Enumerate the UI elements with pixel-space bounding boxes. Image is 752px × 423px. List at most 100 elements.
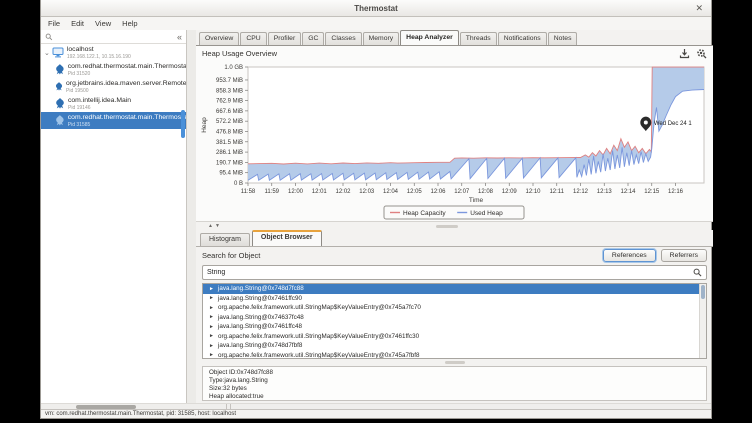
list-item[interactable]: ► org.apache.felix.framework.util.String… [203,351,706,360]
tab-profiler[interactable]: Profiler [268,32,302,45]
close-icon[interactable]: ✕ [695,3,703,13]
tab-histogram[interactable]: Histogram [200,233,250,246]
svg-text:12:14: 12:14 [620,189,636,195]
sidebar-item-vm-intellij[interactable]: com.intellij.idea.Main Pid 19146 [41,95,186,112]
svg-text:11:59: 11:59 [264,189,279,195]
splitter-arrows-icon[interactable]: ▲▼ [208,223,222,229]
expand-arrow-icon[interactable]: ► [209,352,214,358]
svg-text:0 B: 0 B [234,181,243,187]
list-item[interactable]: ► org.apache.felix.framework.util.String… [203,332,706,342]
svg-text:12:15: 12:15 [644,189,660,195]
sidebar-item-vm-maven[interactable]: org.jetbrains.idea.maven.server.RemoteMa… [41,78,186,95]
status-zone: vm: com.redhat.thermostat.main.Thermosta… [41,403,711,418]
title-bar[interactable]: Thermostat ✕ [41,0,711,17]
sidebar-item-vm-thermostat-1[interactable]: com.redhat.thermostat.main.Thermostat Pi… [41,61,186,78]
tab-cpu[interactable]: CPU [240,32,266,45]
expand-arrow-icon[interactable]: ► [209,305,214,311]
search-icon [45,33,53,41]
splitter-grip[interactable] [436,225,458,228]
expand-arrow-icon[interactable]: ► [209,343,214,349]
object-size-line: Size:32 bytes [209,385,700,393]
status-bar-text: vm: com.redhat.thermostat.main.Thermosta… [45,411,236,417]
menu-edit[interactable]: Edit [71,19,84,28]
object-list-scrollbar-thumb[interactable] [701,285,705,299]
status-bar: vm: com.redhat.thermostat.main.Thermosta… [41,409,711,418]
svg-text:12:16: 12:16 [668,189,684,195]
tab-classes[interactable]: Classes [325,32,361,45]
tab-gc[interactable]: GC [302,32,324,45]
sidebar-item-vm-thermostat-2[interactable]: com.redhat.thermostat.main.Thermostat Pi… [41,112,186,129]
object-search-field[interactable] [202,265,707,280]
tab-memory[interactable]: Memory [363,32,400,45]
sidebar-search-row[interactable]: « [41,30,186,44]
list-item[interactable]: ► org.apache.felix.framework.util.String… [203,303,706,313]
tab-notifications[interactable]: Notifications [498,32,547,45]
tab-threads[interactable]: Threads [460,32,497,45]
object-type-line: Type:java.lang.String [209,377,700,385]
svg-text:12:04: 12:04 [383,189,399,195]
referrers-button[interactable]: Referrers [661,249,707,262]
list-item[interactable]: ► java.lang.String@0x7461ffc48 [203,322,706,332]
references-button[interactable]: References [603,249,656,262]
collapse-sidebar-icon[interactable]: « [177,32,182,42]
expand-arrow-icon[interactable]: ► [209,295,214,301]
sidebar-main-splitter[interactable] [187,30,196,403]
list-details-splitter-grip[interactable] [445,361,465,364]
horizontal-scrollbar-thumb[interactable] [76,405,136,409]
chart-browser-splitter[interactable]: ▲▼ [196,222,713,230]
computer-icon [52,47,64,58]
search-icon [693,268,702,277]
menu-bar: File Edit View Help [41,17,711,30]
svg-text:667.6 MiB: 667.6 MiB [216,109,243,115]
search-for-object-label: Search for Object [202,251,260,260]
object-result-list: ► java.lang.String@0x748d7fc88 ► java.la… [202,283,707,359]
svg-text:Used Heap: Used Heap [470,210,503,217]
horizontal-scrollbar[interactable] [41,403,711,409]
analysis-tab-bar: Histogram Object Browser [196,230,713,247]
list-item[interactable]: ► java.lang.String@0x7461ffc90 [203,294,706,304]
tab-notes[interactable]: Notes [548,32,578,45]
heap-settings-icon[interactable] [696,48,707,59]
tab-object-browser[interactable]: Object Browser [252,230,322,246]
sidebar-scrollbar-thumb[interactable] [181,110,185,138]
expand-arrow-icon[interactable]: ► [209,286,214,292]
list-item[interactable]: ► java.lang.String@0x74637fc48 [203,313,706,323]
tab-overview[interactable]: Overview [199,32,239,45]
expand-arrow-icon[interactable]: ► [209,314,214,320]
svg-text:12:05: 12:05 [407,189,423,195]
svg-text:12:08: 12:08 [478,189,494,195]
svg-text:953.7 MiB: 953.7 MiB [216,78,243,84]
svg-text:190.7 MiB: 190.7 MiB [216,160,243,166]
heap-dump-icon[interactable] [679,48,690,59]
expand-arrow-icon[interactable]: ► [209,333,214,339]
list-item[interactable]: ► java.lang.String@0x748d7fc88 [203,284,706,294]
jvm-icon [55,98,65,109]
svg-text:Time: Time [469,197,484,204]
expand-arrow-icon[interactable]: ► [209,324,214,330]
object-list-scrollbar[interactable] [699,284,706,358]
svg-text:Heap: Heap [201,117,208,133]
svg-text:762.9 MiB: 762.9 MiB [216,99,243,105]
sidebar-item-localhost[interactable]: ⌄ localhost 192.168.122.1, 10.15.16.190 [41,44,186,61]
menu-help[interactable]: Help [122,19,137,28]
menu-view[interactable]: View [95,19,111,28]
expander-icon[interactable]: ⌄ [44,49,50,57]
svg-text:12:02: 12:02 [335,189,351,195]
svg-text:12:01: 12:01 [312,189,328,195]
tab-heap-analyzer[interactable]: Heap Analyzer [400,30,459,45]
svg-text:1.0 GB: 1.0 GB [224,65,243,71]
svg-text:476.8 MiB: 476.8 MiB [216,129,243,135]
svg-text:11:58: 11:58 [241,189,256,195]
svg-text:381.5 MiB: 381.5 MiB [216,140,243,146]
list-item[interactable]: ► java.lang.String@0x748d7fbf8 [203,341,706,351]
vm-tab-bar: Overview CPU Profiler GC Classes Memory … [196,30,713,46]
heap-usage-title: Heap Usage Overview [202,49,277,58]
heap-usage-panel: Heap Usage Overview 1.0 GB953.7 MiB858.3… [196,46,713,222]
svg-text:12:10: 12:10 [525,189,541,195]
svg-text:12:12: 12:12 [573,189,589,195]
menu-file[interactable]: File [48,19,60,28]
object-heap-line: Heap allocated:true [209,393,700,401]
vm-detail-panel: Overview CPU Profiler GC Classes Memory … [196,30,713,403]
object-search-input[interactable] [207,269,693,276]
svg-text:572.2 MiB: 572.2 MiB [216,119,243,125]
